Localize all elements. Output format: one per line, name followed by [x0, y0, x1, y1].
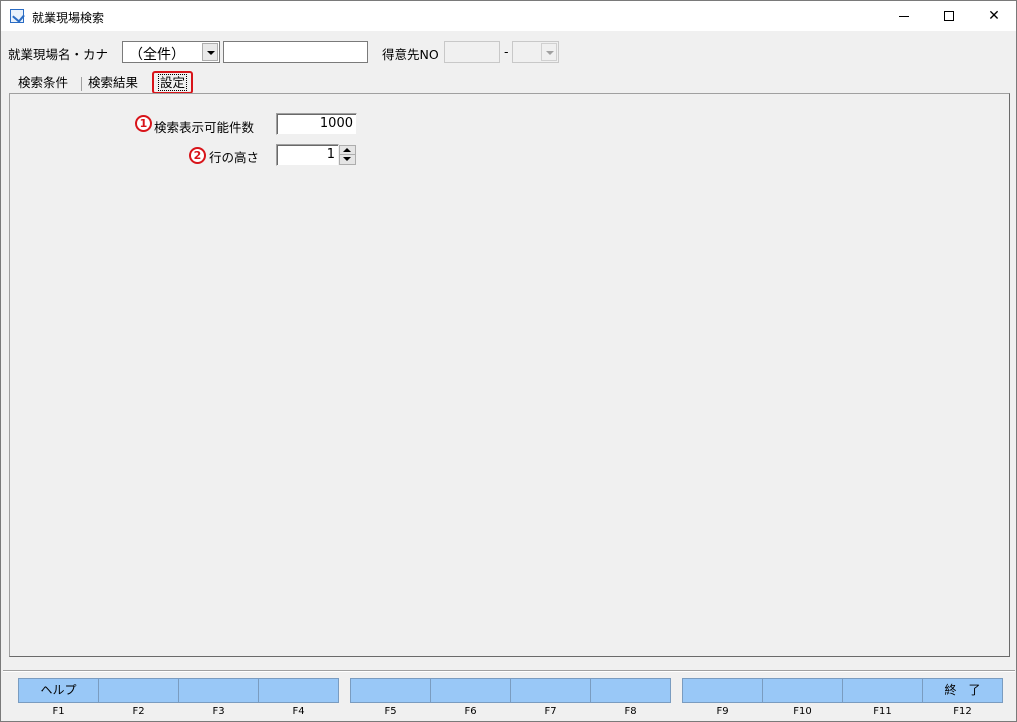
- f5-button[interactable]: [350, 678, 431, 703]
- tab-label: 検索結果: [88, 75, 139, 90]
- f10-button[interactable]: [762, 678, 843, 703]
- spin-down-icon[interactable]: [340, 155, 355, 164]
- customer-branch-select[interactable]: [512, 41, 559, 63]
- annotation-badge-2: 2: [189, 147, 206, 164]
- f10-key-label: F10: [793, 706, 812, 717]
- f12-key-label: F12: [953, 706, 972, 717]
- f1-key-label: F1: [52, 706, 65, 717]
- kana-filter-select[interactable]: （全件）: [122, 41, 220, 63]
- row-height-spinner[interactable]: [339, 145, 356, 165]
- f2-key-label: F2: [132, 706, 145, 717]
- minimize-icon: [899, 15, 909, 17]
- f5-key-label: F5: [384, 706, 397, 717]
- chevron-down-icon[interactable]: [202, 43, 218, 61]
- f3-button[interactable]: [178, 678, 259, 703]
- maximize-button[interactable]: [926, 1, 972, 31]
- f9-button[interactable]: [682, 678, 763, 703]
- f8-key-label: F8: [624, 706, 637, 717]
- app-window: 就業現場検索 ✕ 就業現場名・カナ （全件） 得意先NO - 検索条件 検索結果…: [0, 0, 1017, 722]
- f1-help-button[interactable]: ヘルプ: [18, 678, 99, 703]
- site-name-label: 就業現場名・カナ: [8, 47, 109, 62]
- f7-button[interactable]: [510, 678, 591, 703]
- site-name-input[interactable]: [223, 41, 368, 63]
- row-height-label: 行の高さ: [209, 150, 260, 165]
- kana-filter-value: （全件）: [129, 47, 185, 63]
- minimize-button[interactable]: [881, 1, 927, 31]
- footer-divider-highlight: [3, 671, 1015, 672]
- spin-up-icon[interactable]: [340, 146, 355, 155]
- f6-button[interactable]: [430, 678, 511, 703]
- settings-panel: [9, 93, 1010, 657]
- tab-label: 設定: [158, 74, 188, 91]
- f4-button[interactable]: [258, 678, 339, 703]
- close-button[interactable]: ✕: [971, 1, 1017, 31]
- f11-button[interactable]: [842, 678, 923, 703]
- tab-label: 検索条件: [18, 75, 69, 90]
- customer-no-dash: -: [504, 44, 509, 59]
- row-height-input[interactable]: 1: [276, 144, 339, 166]
- tab-settings[interactable]: 設定: [152, 71, 194, 94]
- close-icon: ✕: [988, 8, 1000, 24]
- tab-search-results[interactable]: 検索結果: [84, 74, 142, 94]
- customer-no-label: 得意先NO: [382, 47, 439, 62]
- max-results-input[interactable]: 1000: [276, 113, 357, 135]
- f9-key-label: F9: [716, 706, 729, 717]
- f2-button[interactable]: [98, 678, 179, 703]
- chevron-down-icon[interactable]: [541, 43, 557, 61]
- title-bar: 就業現場検索 ✕: [1, 1, 1016, 31]
- tab-search-conditions[interactable]: 検索条件: [14, 74, 72, 94]
- f6-key-label: F6: [464, 706, 477, 717]
- maximize-icon: [944, 11, 954, 21]
- tab-divider: [81, 77, 82, 91]
- f4-key-label: F4: [292, 706, 305, 717]
- f12-exit-button[interactable]: 終 了: [922, 678, 1003, 703]
- annotation-badge-1: 1: [135, 115, 152, 132]
- max-results-label: 検索表示可能件数: [154, 120, 255, 135]
- app-icon: [10, 9, 24, 23]
- customer-no-input[interactable]: [444, 41, 500, 63]
- f7-key-label: F7: [544, 706, 557, 717]
- f11-key-label: F11: [873, 706, 892, 717]
- window-title: 就業現場検索: [32, 11, 105, 25]
- f3-key-label: F3: [212, 706, 225, 717]
- f8-button[interactable]: [590, 678, 671, 703]
